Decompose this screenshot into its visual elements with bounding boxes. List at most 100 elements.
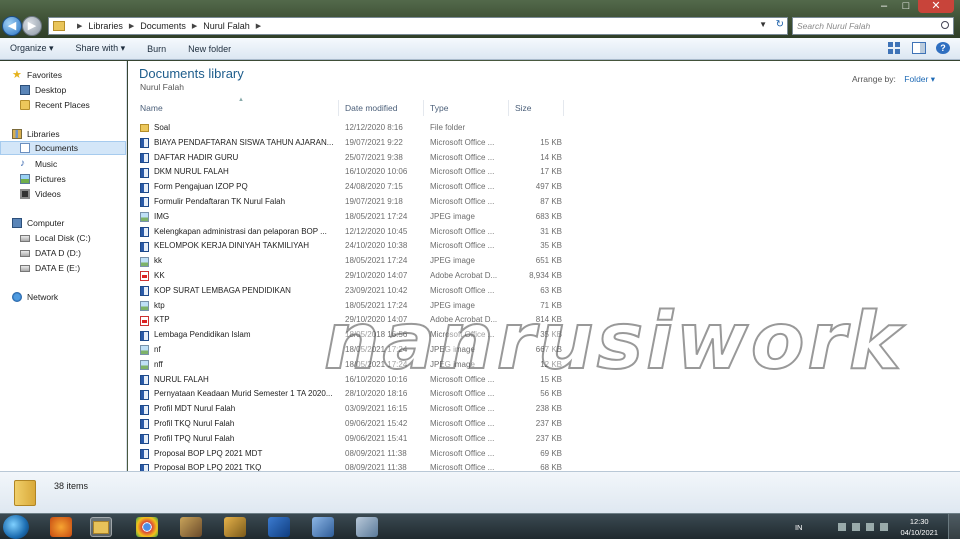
pictures-icon [20,174,30,184]
start-button[interactable] [3,515,29,539]
watermark-text: nanrusiwork [323,296,904,388]
file-row[interactable]: DKM NURUL FALAH 16/10/2020 10:06 Microsoft… [134,165,814,180]
file-row[interactable]: Proposal BOP LPQ 2021 MDT 08/09/2021 11:3… [134,447,814,462]
chrome-icon[interactable] [136,517,158,537]
nav-data-d[interactable]: DATA D (D:) [20,246,81,260]
pdf-file-icon [140,271,149,282]
nav-music[interactable]: ♪ Music [20,157,57,171]
nav-desktop[interactable]: Desktop [20,83,66,97]
nav-recent-places[interactable]: Recent Places [20,98,90,112]
breadcrumb-libraries[interactable]: Libraries [88,21,123,31]
file-type: Microsoft Office ... [430,404,495,414]
nav-data-e[interactable]: DATA E (E:) [20,261,80,275]
organize-button[interactable]: Organize ▾ [10,43,54,54]
nav-pictures[interactable]: Pictures [20,172,66,186]
file-date: 24/10/2020 10:38 [345,241,408,251]
file-row[interactable]: Profil TKQ Nurul Falah 09/06/2021 15:42 Mi… [134,417,814,432]
close-button[interactable]: ✕ [918,0,954,13]
desktop-icon [20,85,30,95]
forward-button[interactable]: ▶ [22,16,42,36]
file-row[interactable]: KK 29/10/2020 14:07 Adobe Acrobat D... 8,93… [134,269,814,284]
change-view-icon[interactable] [888,42,902,54]
address-dropdown-button[interactable]: ▼ [759,20,767,29]
file-row[interactable]: Pernyataan Keadaan Murid Semester 1 TA 2… [134,387,814,402]
word-icon[interactable] [268,517,290,537]
jpeg-file-icon [140,256,149,267]
file-size: 237 KB [535,433,562,443]
taskbar: IN 12:30 04/10/2021 [0,513,960,539]
help-icon[interactable]: ? [936,42,950,54]
file-row[interactable]: Soal 12/12/2020 8:16 File folder [134,121,814,136]
flag-icon[interactable] [880,523,889,531]
nav-libraries[interactable]: Libraries [12,127,60,141]
column-name[interactable]: Name [134,100,339,116]
file-type: File folder [430,123,466,132]
clock[interactable]: 12:30 04/10/2021 [900,516,938,538]
file-name-cell: BIAYA PENDAFTARAN SISWA TAHUN AJARAN... [140,136,340,151]
file-date: 28/10/2020 18:16 [345,389,408,399]
file-row[interactable]: IMG 18/05/2021 17:24 JPEG image 683 KB [134,210,814,225]
file-name: ktp [154,300,165,310]
search-input[interactable]: Search Nurul Falah [792,17,954,35]
burn-button[interactable]: Burn [147,44,166,54]
breadcrumb-documents[interactable]: Documents [140,21,186,31]
firefox-icon[interactable] [50,517,72,537]
file-name-cell: kk [140,254,340,269]
file-row[interactable]: Kelengkapan administrasi dan pelaporan B… [134,225,814,240]
volume-icon[interactable] [852,523,861,531]
nav-favorites[interactable]: ★ Favorites [12,68,62,82]
column-size[interactable]: Size [509,100,564,116]
column-date-modified[interactable]: Date modified [339,100,424,116]
file-name: Lembaga Pendidikan Islam [154,330,251,340]
file-row[interactable]: Formulir Pendaftaran TK Nurul Falah 19/07… [134,195,814,210]
file-row[interactable]: kk 18/05/2021 17:24 JPEG image 651 KB [134,254,814,269]
refresh-icon[interactable]: ↻ [776,19,784,30]
arrange-by-dropdown[interactable]: Folder ▾ [904,74,935,84]
word-file-icon [140,404,149,415]
signal-icon[interactable] [838,523,847,531]
remote-desktop-icon[interactable] [312,517,334,537]
file-size: 238 KB [535,404,562,414]
maximize-button[interactable]: □ [896,0,916,13]
nav-network[interactable]: Network [12,290,58,304]
file-row[interactable]: Profil MDT Nurul Falah 03/09/2021 16:15 Mi… [134,402,814,417]
nav-computer[interactable]: Computer [12,216,64,230]
language-indicator[interactable]: IN [795,523,803,532]
word-file-icon [140,197,149,208]
file-name-cell: Soal [140,121,340,136]
paint-icon[interactable] [180,517,202,537]
share-with-button[interactable]: Share with ▾ [76,43,126,54]
file-row[interactable]: DAFTAR HADIR GURU 25/07/2021 9:38 Microsof… [134,151,814,166]
word-file-icon [140,286,149,297]
breadcrumb-nurul-falah[interactable]: Nurul Falah [203,21,250,31]
minimize-button[interactable]: – [874,0,894,13]
nav-local-disk[interactable]: Local Disk (C:) [20,231,91,245]
nav-documents[interactable]: Documents [0,141,126,155]
file-row[interactable]: Profil TPQ Nurul Falah 09/06/2021 15:41 Mi… [134,432,814,447]
explorer-icon[interactable] [90,517,112,537]
address-bar[interactable]: ▶ Libraries ▶ Documents ▶ Nurul Falah ▶ … [48,17,788,35]
jpeg-file-icon [140,345,149,356]
preview-pane-icon[interactable] [912,42,926,54]
nav-videos[interactable]: Videos [20,187,61,201]
nav-label: Documents [35,143,78,153]
column-type[interactable]: Type [424,100,509,116]
file-size: 651 KB [535,256,562,266]
new-folder-button[interactable]: New folder [188,44,231,54]
calculator-icon[interactable] [356,517,378,537]
file-row[interactable]: BIAYA PENDAFTARAN SISWA TAHUN AJARAN... 1… [134,136,814,151]
show-desktop-button[interactable] [948,514,960,539]
file-row[interactable]: KELOMPOK KERJA DINIYAH TAKMILIYAH 24/10/2… [134,239,814,254]
tools-icon[interactable] [224,517,246,537]
file-type: Microsoft Office ... [430,418,495,428]
file-name: Profil TPQ Nurul Falah [154,433,235,443]
file-row[interactable]: Form Pengajuan IZOP PQ 24/08/2020 7:15 Mic… [134,180,814,195]
network-tray-icon[interactable] [866,523,875,531]
file-size: 87 KB [540,196,562,206]
back-button[interactable]: ◀ [2,16,22,36]
nav-label: Favorites [27,70,62,80]
file-name: nff [154,359,163,369]
file-date: 12/12/2020 10:45 [345,226,408,236]
file-name-cell: Profil MDT Nurul Falah [140,402,340,417]
file-name: Profil MDT Nurul Falah [154,404,236,414]
